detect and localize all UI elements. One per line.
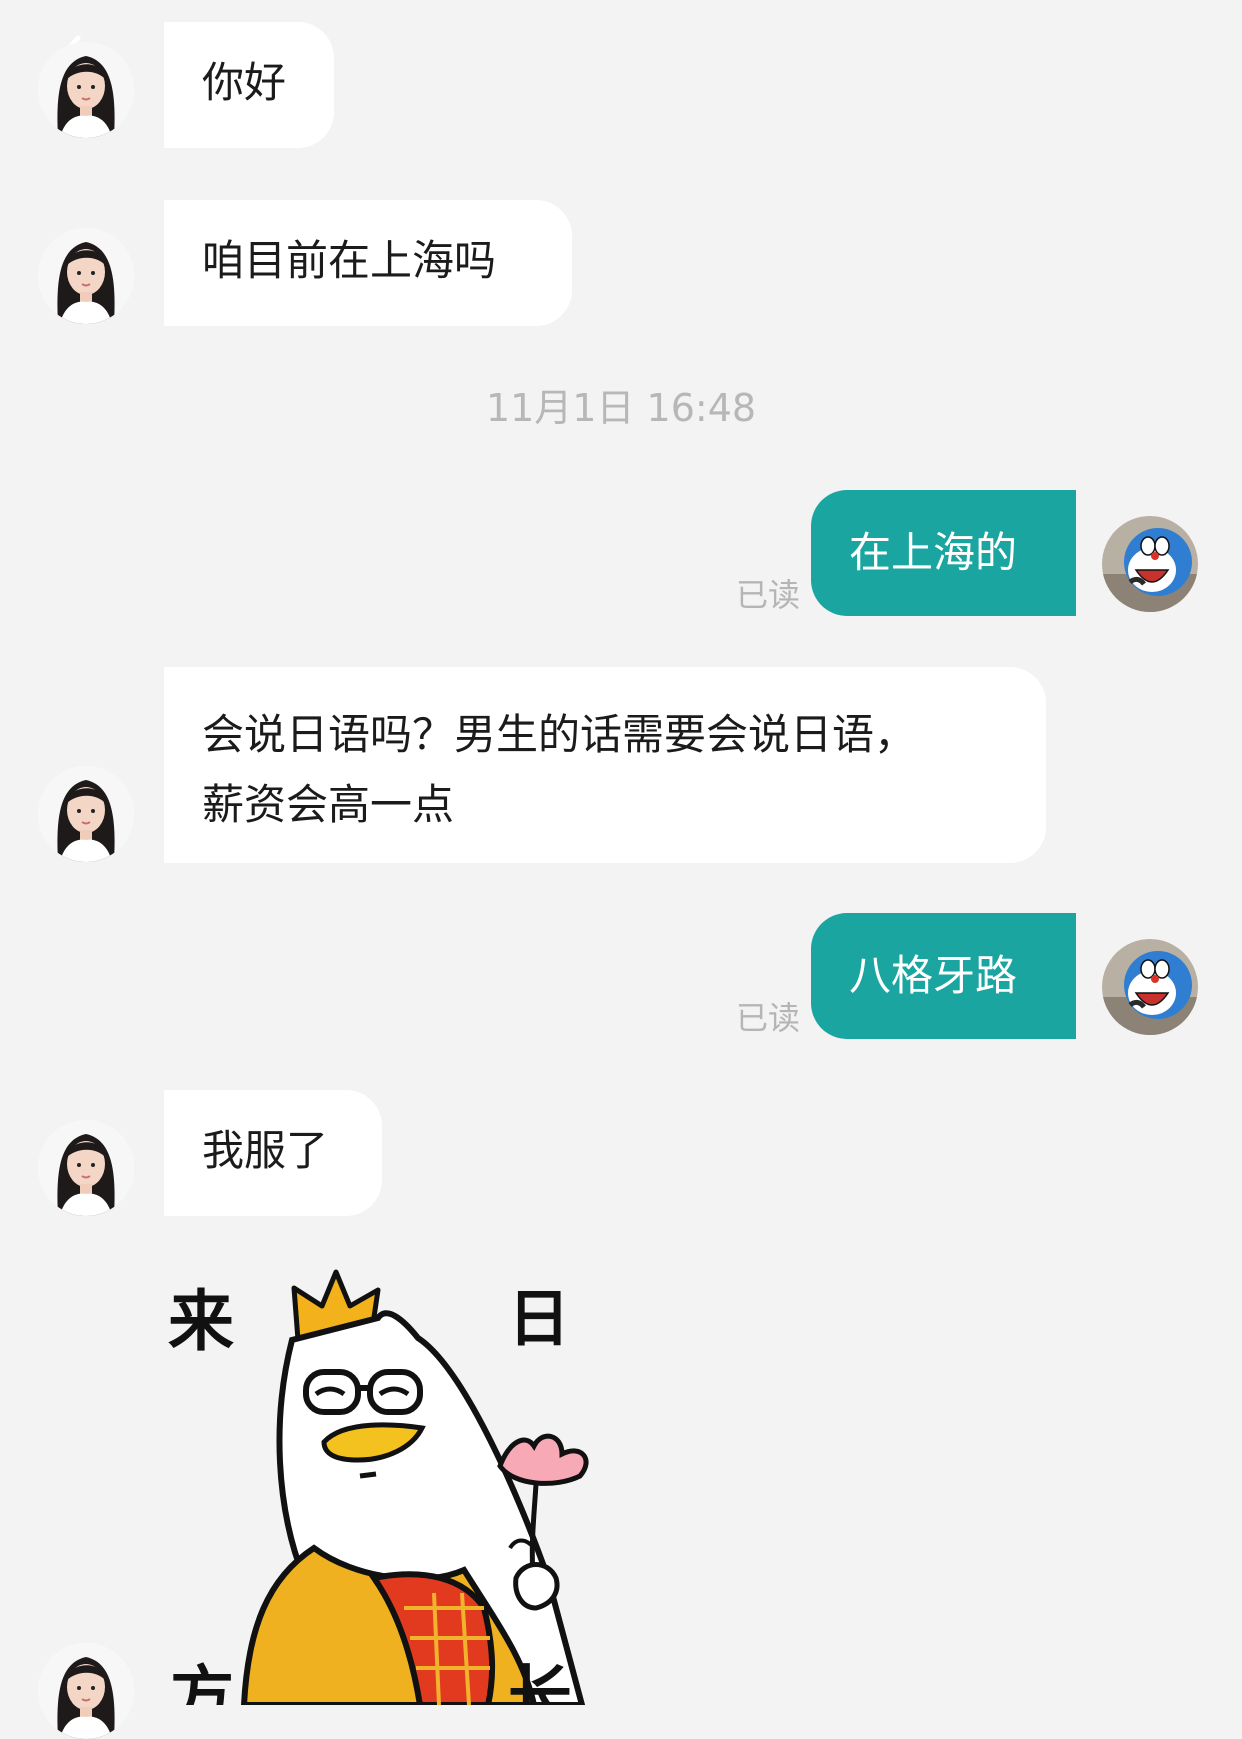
read-receipt: 已读: [736, 999, 801, 1037]
woman-portrait-icon: [38, 1120, 134, 1216]
contact-avatar[interactable]: [38, 1643, 134, 1739]
outgoing-message[interactable]: 八格牙路: [811, 913, 1076, 1039]
sticker-text-bottom-right: 长: [508, 1660, 572, 1705]
contact-avatar[interactable]: [38, 228, 134, 324]
contact-avatar[interactable]: [38, 1120, 134, 1216]
incoming-message[interactable]: 咱目前在上海吗: [164, 200, 572, 326]
sticker-text-top-left: 来: [168, 1283, 234, 1360]
doraemon-icon: [1102, 939, 1198, 1035]
woman-portrait-icon: [38, 766, 134, 862]
read-receipt: 已读: [736, 576, 801, 614]
contact-avatar[interactable]: [38, 42, 134, 138]
self-avatar[interactable]: [1102, 516, 1198, 612]
woman-portrait-icon: [38, 228, 134, 324]
duck-monk-sticker: 来 日 方 长: [168, 1269, 589, 1705]
outgoing-message[interactable]: 在上海的: [811, 490, 1076, 616]
woman-portrait-icon: [38, 1643, 134, 1739]
incoming-message[interactable]: 你好: [164, 22, 334, 148]
incoming-message[interactable]: 我服了: [164, 1090, 382, 1216]
self-avatar[interactable]: [1102, 939, 1198, 1035]
contact-avatar[interactable]: [38, 766, 134, 862]
woman-portrait-icon: [38, 42, 134, 138]
sticker-message[interactable]: 来 日 方 长: [164, 1248, 664, 1705]
chat-view: 你好 咱目前在上海吗 11月1日 16:48 在上海的 已读 会说日语吗？男生的…: [0, 0, 1242, 1739]
sticker-text-top-right: 日: [508, 1282, 570, 1355]
sticker-text-bottom-left: 方: [170, 1660, 234, 1705]
message-timestamp: 11月1日 16:48: [485, 386, 757, 430]
incoming-message[interactable]: 会说日语吗？男生的话需要会说日语， 薪资会高一点: [164, 667, 1046, 863]
doraemon-icon: [1102, 516, 1198, 612]
